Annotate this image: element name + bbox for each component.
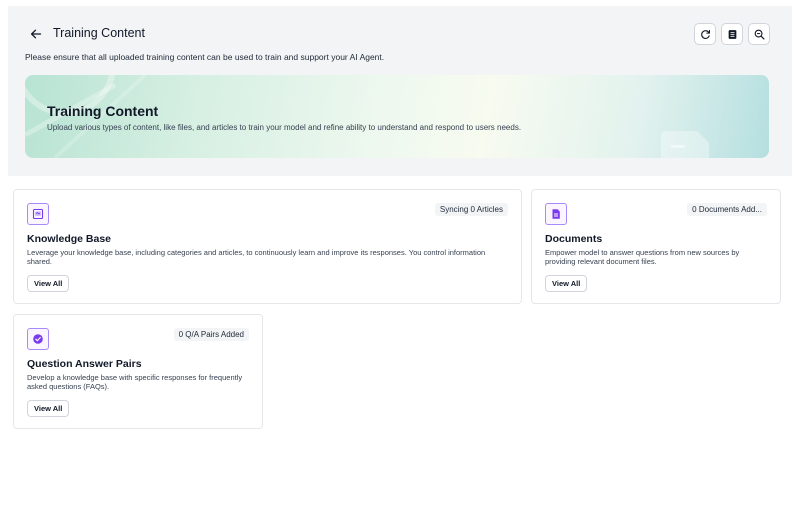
knowledge-base-card: Syncing 0 Articles Knowledge Base Levera… xyxy=(13,189,522,304)
banner-title: Training Content xyxy=(47,103,159,119)
document-list-button[interactable] xyxy=(721,23,743,45)
knowledge-base-view-all-button[interactable]: View All xyxy=(27,275,70,292)
document-icon xyxy=(545,203,567,225)
training-content-banner: Training Content Upload various types of… xyxy=(25,75,769,158)
page-title: Training Content xyxy=(53,26,145,40)
status-badge: 0 Documents Add... xyxy=(687,203,767,216)
zoom-out-icon xyxy=(754,29,764,39)
zoom-out-button[interactable] xyxy=(748,23,770,45)
refresh-icon xyxy=(700,29,710,39)
card-description: Develop a knowledge base with specific r… xyxy=(27,373,243,391)
documents-card: 0 Documents Add... Documents Empower mod… xyxy=(531,189,781,304)
qa-pairs-view-all-button[interactable]: View All xyxy=(27,400,70,417)
card-description: Empower model to answer questions from n… xyxy=(545,248,740,266)
arrow-left-icon xyxy=(30,29,42,39)
status-badge: 0 Q/A Pairs Added xyxy=(173,328,249,341)
page-subtitle: Please ensure that all uploaded training… xyxy=(25,52,385,62)
toolbar xyxy=(694,23,770,45)
back-button[interactable] xyxy=(27,25,45,43)
qa-pairs-card: 0 Q/A Pairs Added Question Answer Pairs … xyxy=(13,314,263,429)
card-description: Leverage your knowledge base, including … xyxy=(27,248,486,266)
status-badge: Syncing 0 Articles xyxy=(434,203,508,216)
banner-description: Upload various types of content, like fi… xyxy=(47,123,522,132)
documents-view-all-button[interactable]: View All xyxy=(545,275,588,292)
refresh-button[interactable] xyxy=(694,23,716,45)
card-title: Knowledge Base xyxy=(27,233,112,245)
card-title: Question Answer Pairs xyxy=(27,358,142,370)
document-list-icon xyxy=(728,29,736,39)
qa-icon xyxy=(27,328,49,350)
card-title: Documents xyxy=(545,233,603,245)
knowledge-base-icon xyxy=(27,203,49,225)
